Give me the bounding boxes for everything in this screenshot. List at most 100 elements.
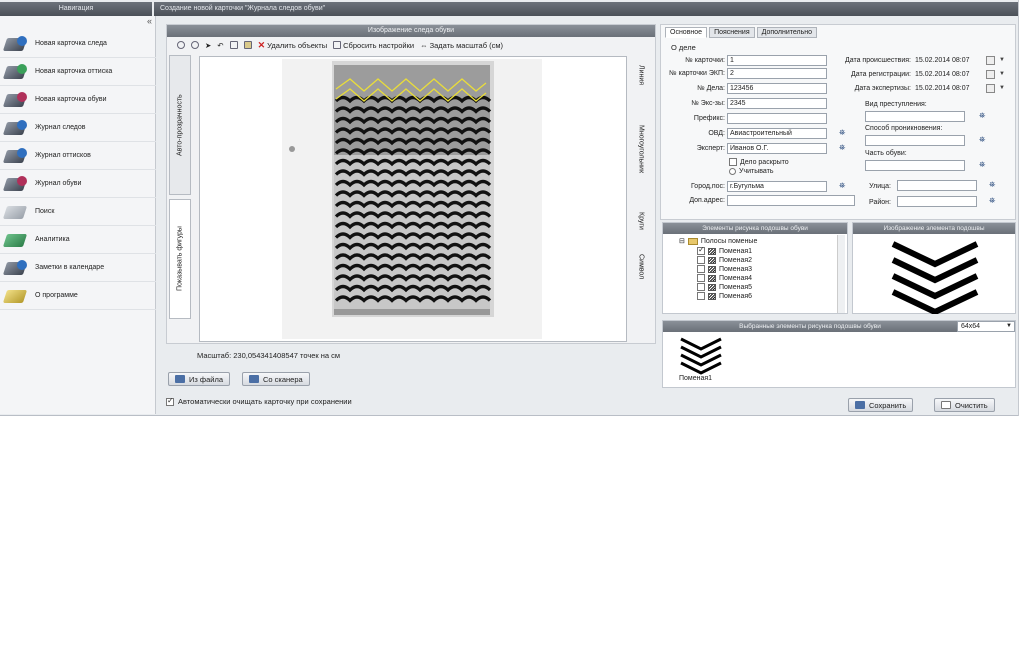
- card-no-field[interactable]: 1: [727, 55, 827, 66]
- auto-clear-option[interactable]: Автоматически очищать карточку при сохра…: [166, 396, 352, 406]
- binoculars-icon[interactable]: ⛯: [839, 128, 845, 138]
- binoculars-icon[interactable]: ⛯: [979, 111, 985, 121]
- reset-settings-button[interactable]: Сбросить настройки: [333, 41, 414, 50]
- sidebar-item-label: Аналитика: [35, 236, 70, 243]
- from-scanner-button[interactable]: Со сканера: [242, 372, 310, 386]
- chevron-down-icon[interactable]: ▼: [999, 71, 1005, 77]
- entry-method-field[interactable]: [865, 135, 965, 146]
- city-field[interactable]: г.Бугульма: [727, 181, 827, 192]
- sidebar-item-shoes-journal[interactable]: Журнал обуви: [0, 170, 156, 198]
- new-shoe-card-icon: [2, 90, 29, 110]
- undo-tool[interactable]: ↶: [217, 41, 223, 50]
- tree-item-checkbox[interactable]: [697, 256, 705, 264]
- ekp-field[interactable]: 2: [727, 68, 827, 79]
- tree-item-checkbox[interactable]: [697, 274, 705, 282]
- tree-item-checkbox[interactable]: [697, 283, 705, 291]
- tab-symbol[interactable]: Символ: [631, 245, 651, 289]
- tree-item[interactable]: Поменая3: [697, 265, 752, 273]
- ovd-field[interactable]: Авиастроительный: [727, 128, 827, 139]
- impressions-journal-icon: [2, 146, 29, 166]
- chevron-down-icon[interactable]: ▼: [999, 85, 1005, 91]
- binoculars-icon[interactable]: ⛯: [839, 181, 845, 191]
- sidebar-item-analytics[interactable]: Аналитика: [0, 226, 156, 254]
- calendar-icon[interactable]: [986, 84, 995, 93]
- paste-tool[interactable]: [243, 41, 252, 49]
- tree-item-checkbox[interactable]: [697, 245, 705, 255]
- registration-date-label: Дата регистрации:: [851, 71, 911, 78]
- tab-line[interactable]: Линия: [631, 55, 651, 95]
- sidebar-item-impressions-journal[interactable]: Журнал оттисков: [0, 142, 156, 170]
- extra-address-field[interactable]: [727, 195, 855, 206]
- consider-radio[interactable]: [729, 168, 736, 175]
- tree-item-checkbox[interactable]: [697, 265, 705, 273]
- set-scale-button[interactable]: ⇔ Задать масштаб (см): [420, 41, 503, 50]
- size-select[interactable]: 64x64 ▼: [957, 321, 1015, 332]
- tab-circles[interactable]: Круги: [631, 203, 651, 239]
- tree-root[interactable]: ⊟ Полосы поменые: [679, 237, 757, 245]
- district-field[interactable]: [897, 196, 977, 207]
- binoculars-icon[interactable]: ⛯: [989, 180, 995, 190]
- tree-item-label: Поменая3: [719, 265, 753, 273]
- tab-show-figures[interactable]: Показывать фигуры: [169, 199, 191, 319]
- copy-tool[interactable]: [229, 41, 238, 49]
- tree-item[interactable]: Поменая1: [697, 245, 752, 255]
- tree-item-label: Поменая4: [719, 274, 753, 282]
- exam-date-field[interactable]: 15.02.2014 08:07: [915, 85, 970, 92]
- incident-date-field[interactable]: 15.02.2014 08:07: [915, 57, 970, 64]
- binoculars-icon[interactable]: ⛯: [979, 135, 985, 145]
- binoculars-icon[interactable]: ⛯: [979, 160, 985, 170]
- save-button[interactable]: Сохранить: [848, 398, 914, 412]
- sidebar-item-label: Новая карточка следа: [35, 40, 107, 47]
- tree-scrollbar[interactable]: [837, 235, 845, 313]
- copy-icon: [229, 41, 238, 49]
- case-no-field[interactable]: 123456: [727, 83, 827, 94]
- crime-type-field[interactable]: [865, 111, 965, 122]
- auto-clear-checkbox[interactable]: [166, 396, 174, 406]
- tree-item[interactable]: Поменая2: [697, 256, 752, 264]
- tab-explanations[interactable]: Пояснения: [709, 27, 755, 38]
- exam-no-field[interactable]: 2345: [727, 98, 827, 109]
- tab-additional[interactable]: Дополнительно: [756, 27, 818, 38]
- sidebar-item-about[interactable]: О программе: [0, 282, 156, 310]
- shoe-trace-canvas[interactable]: [199, 56, 627, 342]
- zoom-in-tool[interactable]: [177, 41, 185, 49]
- prefix-field[interactable]: [727, 113, 827, 124]
- tab-auto-transparency[interactable]: Авто-прозрачность: [169, 55, 191, 195]
- calendar-icon[interactable]: [986, 56, 995, 65]
- case-solved-option[interactable]: Дело раскрыто: [729, 158, 789, 166]
- sidebar-item-new-shoe-card[interactable]: Новая карточка обуви: [0, 86, 156, 114]
- element-preview-panel: Изображение элемента подошвы: [852, 222, 1016, 316]
- tree-item-checkbox[interactable]: [697, 292, 705, 300]
- binoculars-icon[interactable]: ⛯: [839, 143, 845, 153]
- tab-main[interactable]: Основное: [665, 27, 708, 38]
- set-scale-label: Задать масштаб (см): [429, 40, 503, 50]
- sidebar-item-calendar-notes[interactable]: Заметки в календаре: [0, 254, 156, 282]
- delete-objects-button[interactable]: ✕ Удалить объекты: [258, 41, 328, 50]
- shoe-part-label: Часть обуви:: [865, 150, 907, 157]
- sidebar-item-new-impression-card[interactable]: Новая карточка оттиска: [0, 58, 156, 86]
- binoculars-icon[interactable]: ⛯: [989, 196, 995, 206]
- calendar-icon[interactable]: [986, 70, 995, 79]
- tree-item[interactable]: Поменая4: [697, 274, 752, 282]
- zoom-out-tool[interactable]: [191, 41, 199, 49]
- case-solved-checkbox[interactable]: [729, 158, 737, 166]
- consider-option[interactable]: Учитывать: [729, 168, 773, 175]
- tree-item[interactable]: Поменая5: [697, 283, 752, 291]
- clear-button[interactable]: Очистить: [934, 398, 995, 412]
- street-field[interactable]: [897, 180, 977, 191]
- ruler-icon: ⇔: [420, 40, 428, 50]
- sidebar-item-traces-journal[interactable]: Журнал следов: [0, 114, 156, 142]
- collapse-sidebar-button[interactable]: «: [147, 16, 152, 26]
- from-file-button[interactable]: Из файла: [168, 372, 230, 386]
- tree-item[interactable]: Поменая6: [697, 292, 752, 300]
- sidebar-item-search[interactable]: Поиск: [0, 198, 156, 226]
- chevron-down-icon[interactable]: ▼: [999, 57, 1005, 63]
- tab-polygon[interactable]: Многоугольник: [631, 101, 651, 197]
- collapse-icon[interactable]: ⊟: [679, 237, 685, 245]
- expert-field[interactable]: Иванов О.Г.: [727, 143, 827, 154]
- selected-element-thumbnail[interactable]: [679, 335, 723, 375]
- registration-date-field[interactable]: 15.02.2014 08:07: [915, 71, 970, 78]
- pointer-tool[interactable]: ➤: [205, 41, 211, 50]
- sidebar-item-new-trace-card[interactable]: Новая карточка следа: [0, 30, 156, 58]
- shoe-part-field[interactable]: [865, 160, 965, 171]
